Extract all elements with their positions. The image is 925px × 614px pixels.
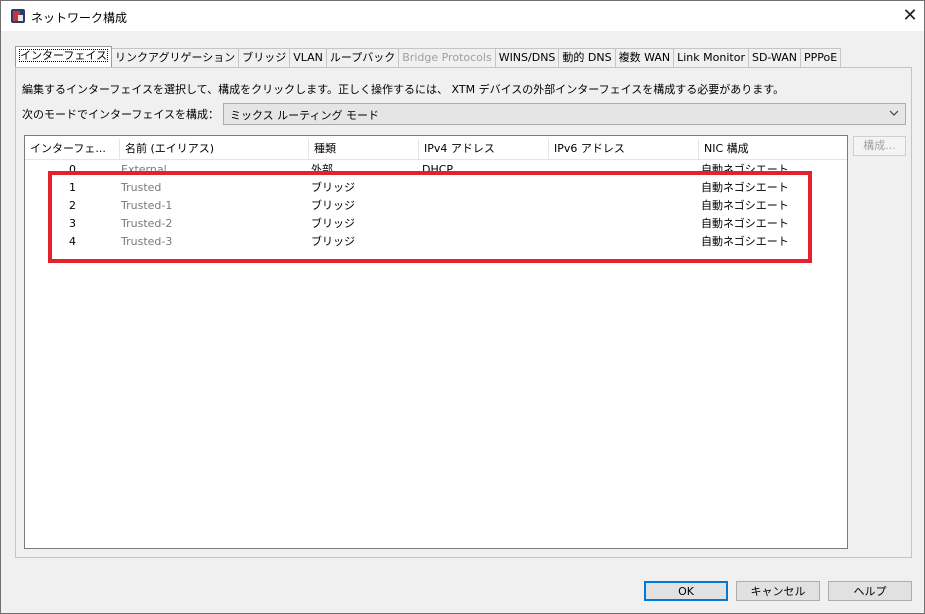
cell-interface: 4 bbox=[69, 235, 76, 248]
tab-pppoe[interactable]: PPPoE bbox=[799, 48, 842, 67]
cell-nic: 自動ネゴシエート bbox=[701, 217, 789, 230]
table-row[interactable]: 3 Trusted-2 ブリッジ 自動ネゴシエート bbox=[25, 215, 847, 233]
ok-button[interactable]: OK bbox=[644, 581, 728, 601]
cell-type: ブリッジ bbox=[311, 181, 355, 194]
column-header-ipv4[interactable]: IPv4 アドレス bbox=[419, 139, 549, 159]
tab-bridge-protocols[interactable]: Bridge Protocols bbox=[398, 48, 496, 67]
column-header-nic[interactable]: NIC 構成 bbox=[699, 139, 847, 159]
cell-name: Trusted-3 bbox=[121, 235, 173, 248]
cell-nic: 自動ネゴシエート bbox=[701, 163, 789, 176]
tab-sd-wan[interactable]: SD-WAN bbox=[747, 48, 801, 67]
cell-interface: 1 bbox=[69, 181, 76, 194]
cell-nic: 自動ネゴシエート bbox=[701, 235, 789, 248]
table-row[interactable]: 2 Trusted-1 ブリッジ 自動ネゴシエート bbox=[25, 197, 847, 215]
cell-type: ブリッジ bbox=[311, 235, 355, 248]
mode-label: 次のモードでインターフェイスを構成： bbox=[22, 108, 220, 121]
interfaces-panel: 編集するインターフェイスを選択して、構成をクリックします。正しく操作するには、 … bbox=[15, 67, 912, 558]
mode-dropdown[interactable]: ミックス ルーティング モード bbox=[223, 103, 906, 125]
cell-interface: 0 bbox=[69, 163, 76, 176]
cell-type: ブリッジ bbox=[311, 199, 355, 212]
cell-nic: 自動ネゴシエート bbox=[701, 181, 789, 194]
tab-link-aggregation[interactable]: リンクアグリゲーション bbox=[111, 48, 240, 67]
tab-bridge[interactable]: ブリッジ bbox=[238, 48, 291, 67]
tab-strip: インターフェイス リンクアグリゲーション ブリッジ VLAN ループバック Br… bbox=[15, 46, 842, 67]
configure-button[interactable]: 構成... bbox=[853, 136, 906, 156]
column-header-type[interactable]: 種類 bbox=[309, 139, 419, 159]
app-icon bbox=[11, 9, 25, 23]
column-header-name[interactable]: 名前 (エイリアス) bbox=[120, 139, 309, 159]
table-row[interactable]: 0 External 外部 DHCP 自動ネゴシエート bbox=[25, 161, 847, 179]
network-config-dialog: ネットワーク構成 ✕ インターフェイス リンクアグリゲーション ブリッジ VLA… bbox=[0, 0, 925, 614]
column-header-ipv6[interactable]: IPv6 アドレス bbox=[549, 139, 699, 159]
chevron-down-icon bbox=[889, 110, 899, 116]
table-header: インターフェ... 名前 (エイリアス) 種類 IPv4 アドレス IPv6 ア… bbox=[25, 139, 847, 160]
instructions-text: 編集するインターフェイスを選択して、構成をクリックします。正しく操作するには、 … bbox=[22, 83, 785, 96]
close-icon[interactable]: ✕ bbox=[899, 5, 921, 27]
cell-nic: 自動ネゴシエート bbox=[701, 199, 789, 212]
cancel-button[interactable]: キャンセル bbox=[736, 581, 820, 601]
cell-type: 外部 bbox=[311, 163, 333, 176]
window-title: ネットワーク構成 bbox=[31, 11, 128, 25]
table-row[interactable]: 1 Trusted ブリッジ 自動ネゴシエート bbox=[25, 179, 847, 197]
cell-interface: 2 bbox=[69, 199, 76, 212]
cell-interface: 3 bbox=[69, 217, 76, 230]
column-header-interface[interactable]: インターフェ... bbox=[25, 139, 120, 159]
title-bar: ネットワーク構成 ✕ bbox=[1, 1, 924, 31]
tab-wins-dns[interactable]: WINS/DNS bbox=[494, 48, 560, 67]
cell-name: Trusted-2 bbox=[121, 217, 173, 230]
help-button[interactable]: ヘルプ bbox=[828, 581, 912, 601]
tab-multi-wan[interactable]: 複数 WAN bbox=[614, 48, 675, 67]
cell-ipv4: DHCP bbox=[422, 163, 454, 176]
cell-type: ブリッジ bbox=[311, 217, 355, 230]
table-row[interactable]: 4 Trusted-3 ブリッジ 自動ネゴシエート bbox=[25, 233, 847, 251]
tab-loopback[interactable]: ループバック bbox=[325, 48, 400, 67]
cell-name: Trusted-1 bbox=[121, 199, 173, 212]
tab-dynamic-dns[interactable]: 動的 DNS bbox=[558, 48, 616, 67]
interfaces-table[interactable]: インターフェ... 名前 (エイリアス) 種類 IPv4 アドレス IPv6 ア… bbox=[24, 135, 848, 549]
cell-name: Trusted bbox=[121, 181, 162, 194]
tab-vlan[interactable]: VLAN bbox=[289, 48, 327, 67]
cell-name: External bbox=[121, 163, 167, 176]
tab-link-monitor[interactable]: Link Monitor bbox=[673, 48, 749, 67]
mode-value: ミックス ルーティング モード bbox=[230, 109, 380, 122]
tab-interfaces[interactable]: インターフェイス bbox=[15, 46, 113, 67]
